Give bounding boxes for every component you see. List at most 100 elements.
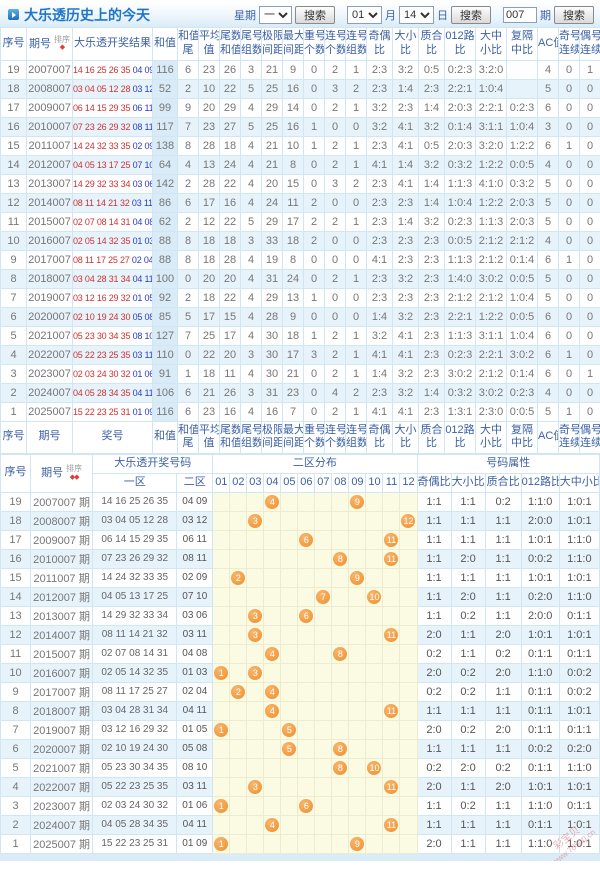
- stat-cell: 0: [558, 363, 580, 384]
- stat-cell: 2:3: [366, 192, 393, 213]
- ball-cell: 4: [263, 491, 282, 512]
- stat-cell: 0: [558, 268, 580, 289]
- page: 大乐透历史上的今天 星期 一 搜索 01 月 14 日 搜索 期 搜索 序号期号…: [0, 0, 600, 861]
- attr-cell: 1:1: [450, 833, 486, 854]
- col-header: 大乐透开奖结果: [72, 27, 153, 61]
- back-ball: 10: [367, 760, 382, 775]
- sort-control[interactable]: 排序 ◆◆: [66, 464, 82, 481]
- week-search-button[interactable]: 搜索: [295, 5, 335, 24]
- issue-input[interactable]: [503, 6, 537, 23]
- attr-cell: 1:1: [450, 776, 486, 797]
- seq-cell: 3: [0, 795, 32, 816]
- ball-cell: 1: [212, 795, 231, 816]
- ball-cell: [382, 795, 401, 816]
- stat-cell: 0: [579, 344, 600, 365]
- attr-cell: 1:1: [450, 643, 486, 664]
- attr-cell: 1:0:1: [558, 700, 600, 721]
- stats-row: 10 2016007 02 05 14 32 35 01 03 88 8 18 18 3 33 1…: [0, 230, 600, 251]
- stat-cell: 3:1:1: [475, 116, 507, 137]
- ball-cell: [229, 529, 248, 550]
- week-select[interactable]: 一: [259, 5, 292, 24]
- attr-cell: 1:1: [484, 567, 522, 588]
- stat-cell: 4: [537, 382, 559, 403]
- stat-cell: 5: [240, 211, 262, 232]
- ball-cell: [399, 529, 418, 550]
- number-row: 2 2024007 期 04 05 28 34 35 04 11 4 11 1:1 1:1 1:…: [0, 814, 600, 835]
- ball-cell: [348, 548, 367, 569]
- stat-cell: 2: [324, 59, 346, 80]
- ball-cell: [229, 491, 248, 512]
- stat-cell: 0:0:5: [506, 401, 538, 422]
- ball-cell: [399, 643, 418, 664]
- back-numbers: 04 11: [176, 700, 214, 721]
- stat-cell: 11: [219, 363, 241, 384]
- seq-cell: 19: [0, 491, 32, 512]
- col-header: 连号 组数: [345, 420, 367, 454]
- col-header: 大小比: [392, 420, 419, 454]
- seq-cell: 6: [0, 738, 32, 759]
- sort-control[interactable]: 排序 ◆: [54, 35, 70, 52]
- ball-cell: [365, 643, 384, 664]
- front-numbers: 14 16 25 26 35: [92, 491, 178, 512]
- attr-cell: 0:1:1: [520, 814, 560, 835]
- ball-cell: [314, 814, 333, 835]
- stat-cell: 22: [219, 173, 241, 194]
- ball-cell: [382, 681, 401, 702]
- number-row: 17 2009007 期 06 14 15 29 35 06 11 6 11 1:1 1:1 1…: [0, 529, 600, 550]
- date-search-button[interactable]: 搜索: [451, 5, 491, 24]
- stat-cell: 2:0:3: [506, 211, 538, 232]
- stat-cell: 1:4: [392, 154, 419, 175]
- attr-cell: 1:1:0: [520, 833, 560, 854]
- stat-cell: 0: [558, 97, 580, 118]
- stats-row: 5 2021007 05 23 30 34 35 08 10 127 7 25 17 4 30 1…: [0, 325, 600, 346]
- issue-search-button[interactable]: 搜索: [554, 5, 594, 24]
- issue-cell: 2012007 期: [30, 586, 94, 607]
- stat-cell: 0: [558, 230, 580, 251]
- number-row: 11 2015007 期 02 07 08 14 31 04 08 4 8 0:2 1:1 0:…: [0, 643, 600, 664]
- attr-cell: 1:0:1: [520, 567, 560, 588]
- stat-cell: 1:0:4: [475, 78, 507, 99]
- stat-cell: 1: [345, 211, 367, 232]
- ball-cell: 4: [263, 814, 282, 835]
- ball-cell: [212, 814, 231, 835]
- issue-cell: 2009007: [26, 97, 73, 118]
- stat-cell: 12: [198, 211, 220, 232]
- ball-cell: [314, 681, 333, 702]
- stat-cell: 0:3:2: [444, 154, 476, 175]
- col-header-label: 大中 小比: [480, 30, 502, 56]
- issue-cell: 2025007: [26, 401, 73, 422]
- stat-cell: 0:2:3: [444, 211, 476, 232]
- ball-cell: [297, 662, 316, 683]
- back-ball: 6: [299, 532, 314, 547]
- seq-cell: 19: [0, 59, 27, 80]
- stat-cell: 18: [219, 135, 241, 156]
- issue-cell: 2010007 期: [30, 548, 94, 569]
- stat-cell: 0: [579, 401, 600, 422]
- back-numbers: 07 10: [132, 159, 153, 170]
- dist-table-head: 序号 期号 排序 ◆◆ 大乐透开奖号码 二区分布 号码属性 一区 二区 01 02 03 04 05 06 0…: [0, 454, 600, 493]
- seq-cell: 18: [0, 78, 27, 99]
- stat-cell: 0: [579, 287, 600, 308]
- stat-cell: 3:2: [392, 306, 419, 327]
- stat-cell: 2: [303, 211, 325, 232]
- ball-cell: [399, 662, 418, 683]
- stat-cell: 17: [198, 306, 220, 327]
- number-row: 8 2018007 期 03 04 28 31 34 04 11 4 11 1:1 1:1 1:…: [0, 700, 600, 721]
- stat-cell: 5: [537, 268, 559, 289]
- stat-cell: 1:0:4: [506, 287, 538, 308]
- back-ball: 1: [214, 836, 229, 851]
- month-select[interactable]: 01: [347, 5, 382, 24]
- ball-cell: [331, 681, 350, 702]
- stat-cell: 1: [303, 116, 325, 137]
- stat-cell: 2:2:1: [475, 344, 507, 365]
- back-ball: 8: [333, 551, 348, 566]
- stat-cell: 1: [345, 97, 367, 118]
- stat-cell: 33: [261, 230, 283, 251]
- stat-cell: 28: [261, 306, 283, 327]
- col-header: 尾号 组数: [240, 27, 262, 61]
- day-select[interactable]: 14: [399, 5, 434, 24]
- stat-cell: 3:2: [392, 59, 419, 80]
- back-numbers: 02 09: [176, 567, 214, 588]
- ball-cell: 4: [263, 700, 282, 721]
- dist-col-header: 04: [263, 472, 282, 493]
